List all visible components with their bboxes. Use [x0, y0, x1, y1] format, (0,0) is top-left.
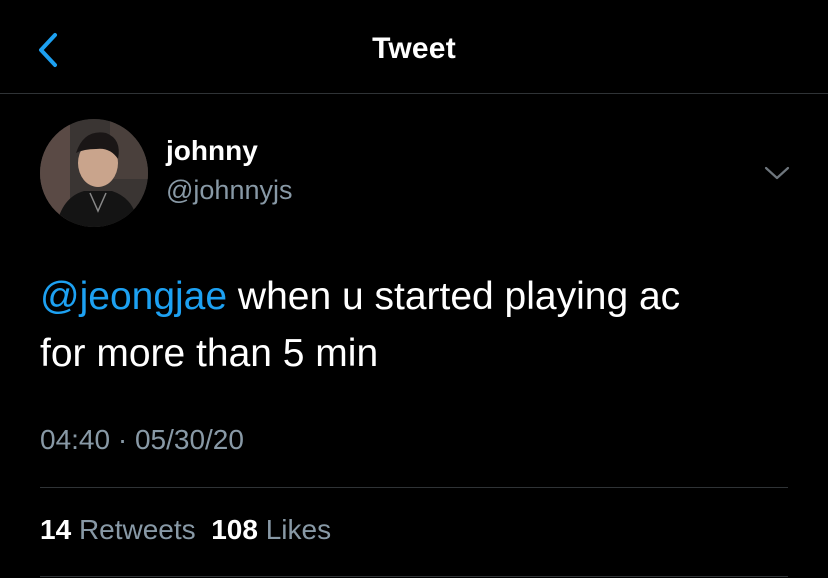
- avatar[interactable]: [40, 119, 148, 227]
- likes-stat[interactable]: 108 Likes: [211, 514, 331, 545]
- likes-label: Likes: [265, 514, 332, 545]
- author-display-name[interactable]: johnny: [166, 135, 258, 167]
- divider: [40, 576, 788, 577]
- header-bar: Tweet: [0, 0, 828, 94]
- likes-count: 108: [211, 514, 258, 545]
- tweet-text-line2: for more than 5 min: [40, 332, 379, 375]
- retweets-count: 14: [40, 514, 72, 545]
- divider: [40, 487, 788, 488]
- tweet-stats: 14 Retweets 108 Likes: [40, 514, 331, 546]
- chevron-down-icon: [764, 166, 790, 180]
- author-handle[interactable]: @johnnyjs: [166, 175, 292, 206]
- tweet-menu-button[interactable]: [760, 158, 794, 188]
- tweet-text: @jeongjae when u started playing ac for …: [40, 268, 800, 382]
- mention-link[interactable]: @jeongjae: [40, 275, 227, 318]
- avatar-photo: [40, 119, 148, 227]
- tweet-timestamp: 04:40 · 05/30/20: [40, 424, 244, 455]
- retweets-label: Retweets: [78, 514, 196, 545]
- page-title: Tweet: [372, 32, 456, 65]
- tweet-text-line1: when u started playing ac: [227, 275, 681, 318]
- retweets-stat[interactable]: 14 Retweets: [40, 514, 196, 545]
